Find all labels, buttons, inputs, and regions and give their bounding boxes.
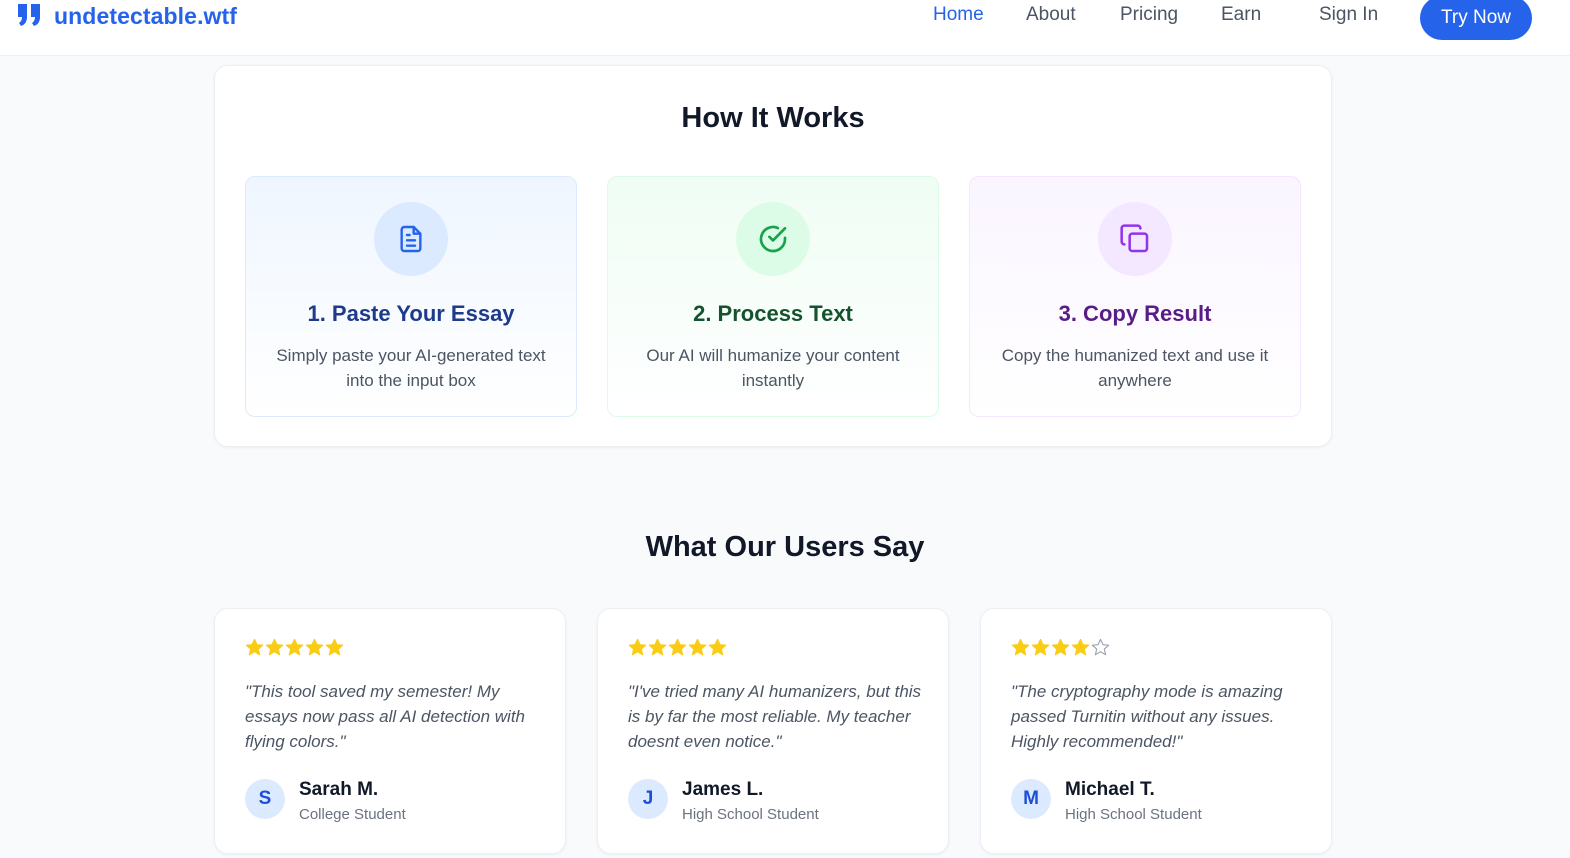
star-filled-icon [1011, 638, 1030, 656]
step-title: 3. Copy Result [1058, 301, 1212, 326]
step-card-paste: 1. Paste Your Essay Simply paste your AI… [245, 176, 577, 417]
testimonials-title: What Our Users Say [645, 531, 925, 563]
star-filled-icon [1051, 638, 1070, 656]
star-empty-icon [1091, 638, 1110, 656]
testimonial-quote: "The cryptography mode is amazing passed… [1011, 682, 1283, 751]
reviewer-role: High School Student [1065, 806, 1202, 823]
top-navbar: undetectable.wtf Home About Pricing Earn… [0, 0, 1570, 56]
star-filled-icon [688, 638, 707, 656]
nav-earn[interactable]: Earn [1221, 4, 1261, 26]
step-description: Simply paste your AI-generated text into… [276, 346, 546, 390]
star-filled-icon [648, 638, 667, 656]
testimonial-quote: "This tool saved my semester! My essays … [245, 682, 526, 751]
star-rating [245, 638, 344, 657]
star-filled-icon [1071, 638, 1090, 656]
star-filled-icon [285, 638, 304, 656]
star-filled-icon [265, 638, 284, 656]
star-rating [628, 638, 727, 657]
reviewer-name: Michael T. [1065, 779, 1155, 800]
quote-logo-icon [18, 4, 40, 26]
testimonial-card: "The cryptography mode is amazing passed… [980, 608, 1332, 854]
brand-logo[interactable]: undetectable.wtf [16, 2, 237, 30]
star-filled-icon [245, 638, 264, 656]
star-rating [1011, 638, 1110, 657]
avatar: S [245, 779, 285, 819]
testimonial-card: "This tool saved my semester! My essays … [214, 608, 566, 854]
try-now-button[interactable]: Try Now [1420, 0, 1532, 40]
document-icon [374, 202, 448, 276]
nav-pricing[interactable]: Pricing [1120, 4, 1178, 26]
nav-home[interactable]: Home [933, 4, 984, 26]
step-description: Our AI will humanize your content instan… [646, 346, 900, 390]
reviewer-name: Sarah M. [299, 779, 379, 800]
step-title: 2. Process Text [693, 301, 853, 326]
star-filled-icon [708, 638, 727, 656]
step-title: 1. Paste Your Essay [307, 301, 515, 326]
avatar: J [628, 779, 668, 819]
step-card-process: 2. Process Text Our AI will humanize you… [607, 176, 939, 417]
reviewer-role: College Student [299, 806, 406, 823]
testimonial-card: "I've tried many AI humanizers, but this… [597, 608, 949, 854]
step-card-copy: 3. Copy Result Copy the humanized text a… [969, 176, 1301, 417]
star-filled-icon [628, 638, 647, 656]
nav-about[interactable]: About [1026, 4, 1076, 26]
reviewer-name: James L. [682, 779, 764, 800]
nav-sign-in[interactable]: Sign In [1319, 4, 1378, 26]
how-it-works-section: How It Works 1. Paste Your Essay Simply … [214, 65, 1332, 447]
copy-icon [1098, 202, 1172, 276]
star-filled-icon [668, 638, 687, 656]
brand-name: undetectable.wtf [54, 2, 238, 29]
reviewer-role: High School Student [682, 806, 819, 823]
testimonial-quote: "I've tried many AI humanizers, but this… [628, 682, 922, 751]
star-filled-icon [1031, 638, 1050, 656]
step-description: Copy the humanized text and use it anywh… [1001, 346, 1269, 390]
check-circle-icon [736, 202, 810, 276]
avatar: M [1011, 779, 1051, 819]
star-filled-icon [305, 638, 324, 656]
star-filled-icon [325, 638, 344, 656]
how-it-works-title: How It Works [681, 102, 865, 134]
